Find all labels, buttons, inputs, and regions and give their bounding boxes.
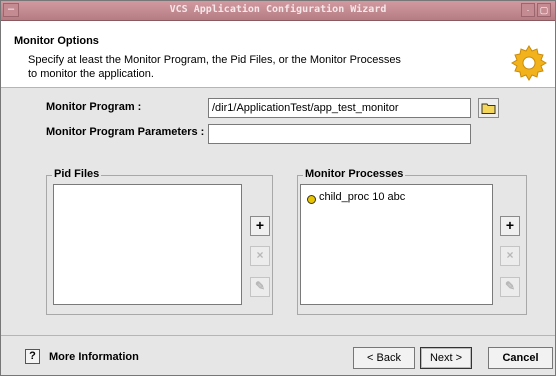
pid-files-list[interactable] [53, 184, 242, 305]
monitor-processes-list[interactable]: child_proc 10 abc [300, 184, 493, 305]
remove-pid-file-button[interactable]: × [250, 246, 270, 266]
minimize-button[interactable]: · [521, 3, 535, 17]
wizard-window: – VCS Application Configuration Wizard ·… [0, 0, 556, 376]
remove-process-button[interactable]: × [500, 246, 520, 266]
list-item[interactable]: child_proc 10 abc [307, 191, 406, 204]
page-title: Monitor Options [14, 35, 99, 47]
monitor-processes-title: Monitor Processes [303, 168, 406, 180]
monitor-params-input[interactable] [208, 124, 471, 144]
gear-icon [511, 45, 547, 81]
process-icon [307, 194, 316, 204]
window-title: VCS Application Configuration Wizard [169, 4, 387, 15]
monitor-params-label: Monitor Program Parameters : [46, 126, 205, 138]
cancel-button[interactable]: Cancel [488, 347, 553, 369]
add-process-button[interactable]: + [500, 216, 520, 236]
browse-button[interactable] [478, 98, 499, 118]
monitor-program-input[interactable] [208, 98, 471, 118]
page-description: Specify at least the Monitor Program, th… [28, 54, 401, 80]
list-item-label: child_proc 10 abc [319, 191, 406, 203]
maximize-button[interactable]: ▢ [537, 3, 551, 17]
monitor-program-label: Monitor Program : [46, 101, 142, 113]
folder-icon [481, 103, 496, 114]
title-bar[interactable]: – VCS Application Configuration Wizard ·… [1, 1, 555, 21]
edit-process-button[interactable]: ✎ [500, 277, 520, 297]
pid-files-title: Pid Files [52, 168, 102, 180]
next-button[interactable]: Next > [420, 347, 472, 369]
edit-pid-file-button[interactable]: ✎ [250, 277, 270, 297]
wizard-header: Monitor Options Specify at least the Mon… [1, 21, 555, 88]
add-pid-file-button[interactable]: + [250, 216, 270, 236]
help-icon[interactable]: ? [25, 349, 40, 364]
back-button[interactable]: < Back [353, 347, 415, 369]
footer-separator [1, 335, 555, 336]
more-information-link[interactable]: More Information [49, 351, 139, 363]
